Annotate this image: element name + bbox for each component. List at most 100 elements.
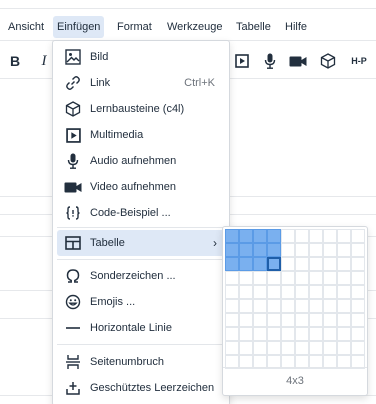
bold-button[interactable]: B <box>4 50 26 72</box>
table-grid-cell[interactable] <box>225 229 239 243</box>
table-grid-cell[interactable] <box>253 257 267 271</box>
table-grid-cell[interactable] <box>309 243 323 257</box>
table-grid-cell[interactable] <box>281 243 295 257</box>
table-grid-cell[interactable] <box>295 285 309 299</box>
table-grid-cell[interactable] <box>351 229 365 243</box>
table-grid-cell[interactable] <box>267 257 281 271</box>
table-grid-cell[interactable] <box>309 341 323 355</box>
menu-item-video[interactable]: Video aufnehmen <box>57 174 225 200</box>
table-grid-cell[interactable] <box>225 285 239 299</box>
table-grid-cell[interactable] <box>267 327 281 341</box>
table-grid-cell[interactable] <box>267 243 281 257</box>
table-grid-cell[interactable] <box>351 243 365 257</box>
table-grid-cell[interactable] <box>295 313 309 327</box>
table-grid-cell[interactable] <box>337 299 351 313</box>
table-grid-cell[interactable] <box>351 285 365 299</box>
menu-ansicht[interactable]: Ansicht <box>4 16 48 38</box>
table-grid-cell[interactable] <box>295 257 309 271</box>
table-grid-cell[interactable] <box>253 327 267 341</box>
table-grid-cell[interactable] <box>351 341 365 355</box>
table-grid-cell[interactable] <box>253 299 267 313</box>
menu-item-link[interactable]: Link Ctrl+K <box>57 70 225 96</box>
menu-item-horizontale-linie[interactable]: Horizontale Linie <box>57 315 225 341</box>
table-grid-cell[interactable] <box>323 327 337 341</box>
table-grid-cell[interactable] <box>225 313 239 327</box>
menu-format[interactable]: Format <box>113 16 156 38</box>
menu-item-code[interactable]: Code-Beispiel ... <box>57 200 225 226</box>
table-grid-cell[interactable] <box>267 341 281 355</box>
table-grid-cell[interactable] <box>239 327 253 341</box>
c4l-button[interactable] <box>317 50 339 72</box>
table-grid-cell[interactable] <box>323 257 337 271</box>
table-grid-cell[interactable] <box>267 271 281 285</box>
table-grid-cell[interactable] <box>253 243 267 257</box>
table-grid-cell[interactable] <box>281 257 295 271</box>
table-grid-cell[interactable] <box>337 327 351 341</box>
menu-werkzeuge[interactable]: Werkzeuge <box>163 16 226 38</box>
table-grid-cell[interactable] <box>239 285 253 299</box>
table-grid-cell[interactable] <box>337 285 351 299</box>
menu-item-tabelle[interactable]: Tabelle › <box>57 230 225 256</box>
table-grid-cell[interactable] <box>323 229 337 243</box>
table-grid-cell[interactable] <box>337 243 351 257</box>
menu-einfuegen[interactable]: Einfügen <box>53 16 105 38</box>
table-grid-cell[interactable] <box>309 257 323 271</box>
table-grid-cell[interactable] <box>253 229 267 243</box>
table-grid-cell[interactable] <box>281 285 295 299</box>
table-grid-cell[interactable] <box>239 341 253 355</box>
table-grid-cell[interactable] <box>309 229 323 243</box>
table-grid-cell[interactable] <box>225 341 239 355</box>
table-grid-cell[interactable] <box>253 271 267 285</box>
table-grid-cell[interactable] <box>267 285 281 299</box>
menu-hilfe[interactable]: Hilfe <box>281 16 311 38</box>
menu-item-c4l[interactable]: Lernbausteine (c4l) <box>57 96 225 122</box>
table-grid-cell[interactable] <box>323 285 337 299</box>
menu-item-nbsp[interactable]: Geschütztes Leerzeichen <box>57 375 225 401</box>
table-grid-cell[interactable] <box>351 271 365 285</box>
table-grid-cell[interactable] <box>323 299 337 313</box>
menu-item-emojis[interactable]: Emojis ... <box>57 289 225 315</box>
table-grid-cell[interactable] <box>309 299 323 313</box>
table-grid-cell[interactable] <box>239 229 253 243</box>
table-grid-cell[interactable] <box>239 313 253 327</box>
table-grid-cell[interactable] <box>351 257 365 271</box>
table-grid-cell[interactable] <box>239 243 253 257</box>
table-grid-cell[interactable] <box>239 271 253 285</box>
table-grid-cell[interactable] <box>253 285 267 299</box>
table-grid-cell[interactable] <box>267 313 281 327</box>
table-grid-cell[interactable] <box>225 299 239 313</box>
table-grid-cell[interactable] <box>337 257 351 271</box>
table-grid-cell[interactable] <box>225 327 239 341</box>
table-grid-cell[interactable] <box>253 341 267 355</box>
table-grid-cell[interactable] <box>323 243 337 257</box>
table-grid-cell[interactable] <box>225 257 239 271</box>
table-grid-cell[interactable] <box>225 243 239 257</box>
table-grid-cell[interactable] <box>295 299 309 313</box>
menu-item-multimedia[interactable]: Multimedia <box>57 122 225 148</box>
table-grid-cell[interactable] <box>323 341 337 355</box>
table-grid-cell[interactable] <box>309 271 323 285</box>
table-grid-cell[interactable] <box>281 327 295 341</box>
audio-record-button[interactable] <box>259 50 281 72</box>
menu-item-sonderzeichen[interactable]: Sonderzeichen ... <box>57 263 225 289</box>
table-grid-cell[interactable] <box>337 229 351 243</box>
table-grid-cell[interactable] <box>267 229 281 243</box>
table-grid-cell[interactable] <box>267 299 281 313</box>
menu-item-audio[interactable]: Audio aufnehmen <box>57 148 225 174</box>
menu-tabelle[interactable]: Tabelle <box>232 16 275 38</box>
table-grid-cell[interactable] <box>351 299 365 313</box>
h5p-button[interactable]: H-P <box>346 50 372 72</box>
table-grid-cell[interactable] <box>239 299 253 313</box>
table-grid-cell[interactable] <box>309 313 323 327</box>
video-record-button[interactable] <box>287 50 309 72</box>
menu-item-seitenumbruch[interactable]: Seitenumbruch <box>57 349 225 375</box>
table-grid-cell[interactable] <box>295 271 309 285</box>
table-grid-cell[interactable] <box>295 229 309 243</box>
table-grid-cell[interactable] <box>337 313 351 327</box>
table-grid-cell[interactable] <box>239 257 253 271</box>
table-grid-cell[interactable] <box>281 341 295 355</box>
table-grid-cell[interactable] <box>225 271 239 285</box>
table-grid-cell[interactable] <box>309 285 323 299</box>
table-grid-cell[interactable] <box>281 271 295 285</box>
table-grid-cell[interactable] <box>295 327 309 341</box>
